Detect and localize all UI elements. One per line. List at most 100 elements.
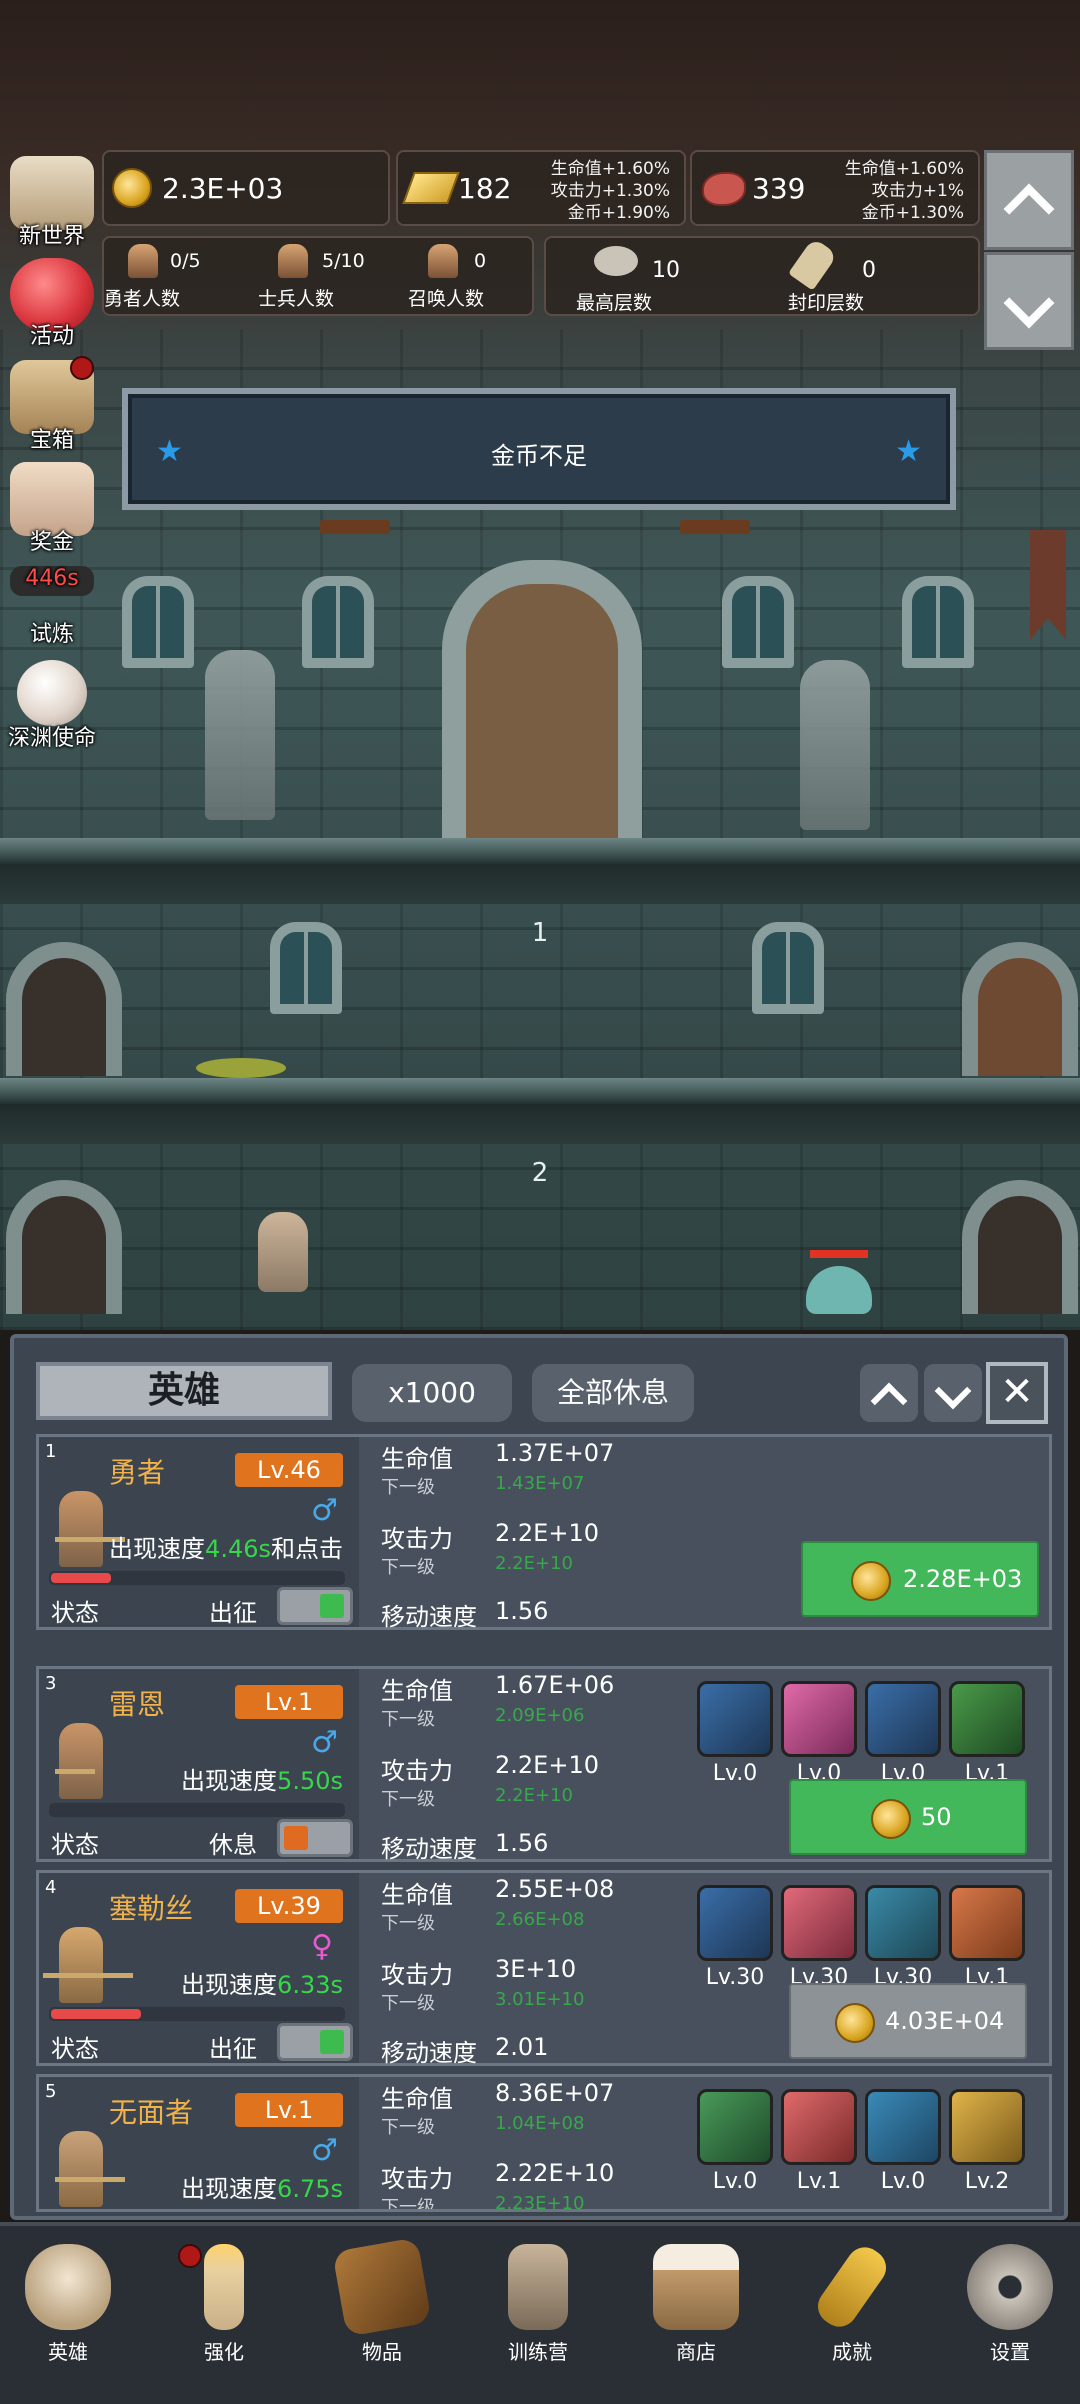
castle-window [302,576,374,668]
panel-title[interactable]: 英雄 [36,1362,332,1420]
castle-window [122,576,194,668]
equip-boots-icon[interactable] [865,2089,941,2165]
floor-count-panel: 10 最高层数 0 封印层数 [544,236,980,316]
menu-abyss-mission[interactable]: 深渊使命 [2,660,102,752]
menu-trial[interactable]: 446s 试炼 [2,566,102,647]
nav-training[interactable]: 训练营 [478,2244,598,2365]
gold-bar-bonus: 生命值+1.60% 攻击力+1.30% 金币+1.90% [550,159,670,223]
meat-bonus: 生命值+1.60% 攻击力+1% 金币+1.30% [844,159,964,223]
gated-door [6,942,122,1076]
hero-portrait [59,2131,103,2207]
equip-sword-icon[interactable] [781,2089,857,2165]
chevron-down-icon [934,1372,972,1410]
wooden-door [962,942,1078,1076]
hero-card[interactable]: 5 无面者 Lv.1 ♂ 出现速度6.75s 生命值 8.36E+07 下一级 … [36,2074,1052,2212]
hero-progress-bar [51,2009,141,2019]
gold-counter: 2.3E+03 [102,150,390,226]
close-button[interactable]: ✕ [986,1362,1048,1424]
nav-heroes[interactable]: 英雄 [8,2244,128,2365]
hero-name: 无面者 [109,2096,194,2129]
meat-icon [702,172,746,206]
upgrade-button[interactable]: 4.03E+04 [789,1983,1027,2059]
upgrade-button[interactable]: 50 [789,1779,1027,1855]
scroll-up-button[interactable] [984,150,1074,250]
book-icon [332,2237,432,2337]
deploy-toggle[interactable] [277,1587,353,1625]
spawn-speed: 出现速度4.46s和点击 [109,1535,343,1563]
nav-shop[interactable]: 商店 [636,2244,756,2365]
hero-name: 勇者 [109,1456,166,1489]
knight-statue [205,650,275,820]
meat-counter: 339 生命值+1.60% 攻击力+1% 金币+1.30% [690,150,980,226]
multiplier-button[interactable]: x1000 [352,1364,512,1422]
scroll-icon [788,237,838,291]
equip-armor-icon[interactable] [949,1885,1025,1961]
spawn-speed: 出现速度5.50s [181,1767,343,1795]
hero-name: 雷恩 [109,1688,166,1721]
equip-beast-icon[interactable] [781,1885,857,1961]
nav-settings[interactable]: 设置 [950,2244,1070,2365]
menu-bonus[interactable]: 奖金 [2,462,102,555]
castle-gate [442,560,642,864]
castle-window [270,922,342,1014]
gear-icon [967,2244,1053,2330]
equip-helmet-icon[interactable] [949,2089,1025,2165]
menu-chest[interactable]: 宝箱 [2,356,102,453]
star-icon: ★ [895,434,922,469]
unit-count-panel: 0/5 勇者人数 5/10 士兵人数 0 召唤人数 [102,236,534,316]
equip-boots-icon[interactable] [865,1681,941,1757]
deploy-toggle[interactable] [277,1819,353,1857]
deploy-toggle[interactable] [277,2023,353,2061]
hero-card[interactable]: 4 塞勒丝 Lv.39 ♀ 出现速度6.33s 状态 出征 生命值 2.55E+… [36,1870,1052,2067]
equip-sword-icon[interactable] [697,1681,773,1757]
scroll-down-button[interactable] [984,252,1074,350]
torch-left [320,520,390,534]
scroll-down-button[interactable] [924,1364,982,1422]
hero-card[interactable]: 1 勇者 Lv.46 ♂ 出现速度4.46s和点击 状态 出征 生命值 1.37… [36,1434,1052,1631]
gold-coin-icon [112,168,152,208]
hero-portrait [59,1723,103,1799]
floor-number: 2 [531,1158,549,1188]
menu-events[interactable]: 活动 [2,258,102,349]
gold-bar-value: 182 [458,172,512,205]
enemy-health-bar [810,1250,868,1258]
scroll-up-button[interactable] [860,1364,918,1422]
wooden-door [6,1180,122,1314]
notification-dot [70,356,94,380]
nav-upgrade[interactable]: 强化 [164,2244,284,2365]
trial-timer: 446s [25,566,79,591]
equip-blade-icon[interactable] [781,1681,857,1757]
gold-value: 2.3E+03 [162,172,284,205]
equip-serpent-icon[interactable] [949,1681,1025,1757]
floor-number: 1 [531,918,549,948]
weapon-icon [55,2177,125,2182]
hero-card[interactable]: 3 雷恩 Lv.1 ♂ 出现速度5.50s 状态 休息 生命值 1.67E+06… [36,1666,1052,1863]
equip-boots-icon[interactable] [865,1885,941,1961]
beer-mug-icon [653,2244,739,2330]
key-icon [810,2240,894,2334]
chevron-up-icon [870,1382,908,1420]
rest-all-button[interactable]: 全部休息 [532,1364,694,1422]
notification-dot [178,2244,202,2268]
equip-armor-icon[interactable] [697,2089,773,2165]
castle-window [722,576,794,668]
pearl-icon [17,660,87,726]
level-badge: Lv.46 [235,1453,343,1487]
upgrade-button[interactable]: 2.28E+03 [801,1541,1039,1617]
menu-new-world[interactable]: 新世界 [2,156,102,249]
nav-items[interactable]: 物品 [322,2237,442,2365]
gold-coin-icon [851,1561,891,1601]
skull-icon [25,2244,111,2330]
torch-right [680,520,750,534]
hero-sprite [258,1212,308,1292]
nav-achievements[interactable]: 成就 [792,2240,912,2365]
equip-shield-icon[interactable] [697,1885,773,1961]
lantern-icon [508,2244,568,2330]
chevron-down-icon [1003,277,1055,329]
hero-unit-icon [128,244,158,278]
gated-door [962,1180,1078,1314]
male-icon: ♂ [311,1725,338,1760]
male-icon: ♂ [311,2133,338,2168]
hero-portrait [59,1491,103,1567]
hero-name: 塞勒丝 [109,1892,194,1925]
